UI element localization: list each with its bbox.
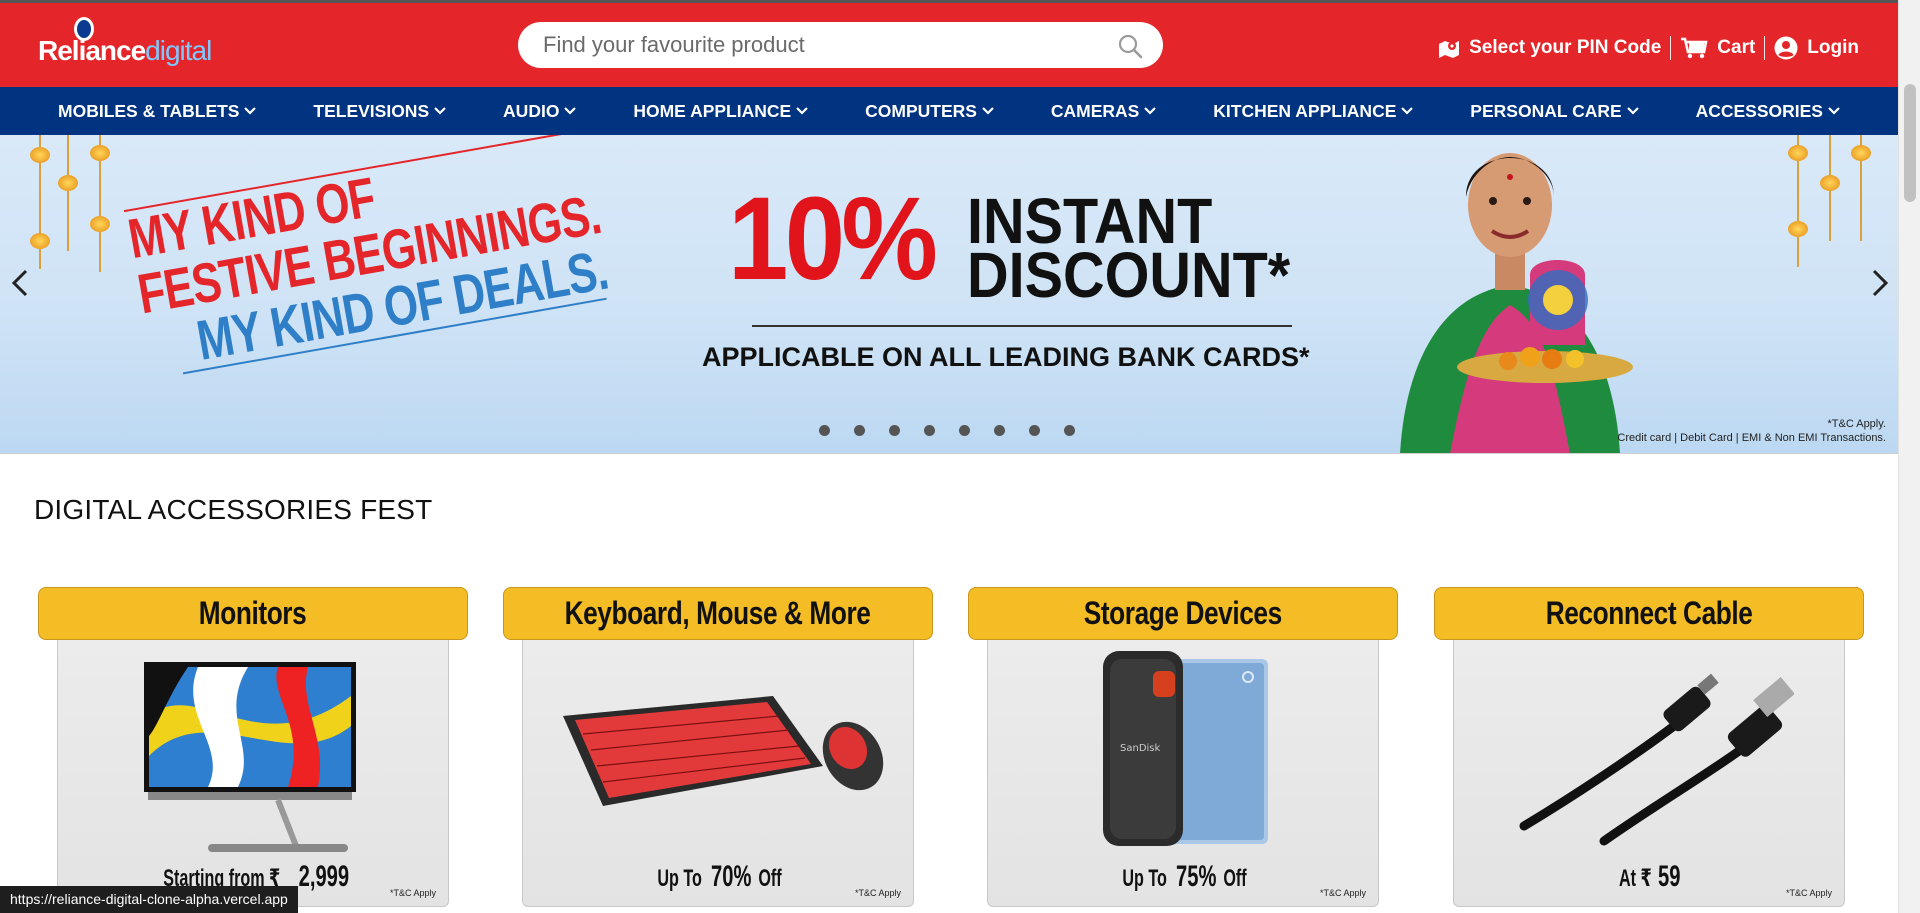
search-input[interactable] — [543, 32, 1103, 58]
card-image-box: Starting from ₹2,999 *T&C Apply — [57, 635, 449, 907]
user-icon — [1774, 36, 1798, 60]
keyboard-mouse-image — [563, 696, 884, 806]
nav-item-audio[interactable]: AUDIO — [503, 101, 577, 122]
monitor-image — [144, 662, 356, 853]
carousel-dot[interactable] — [819, 425, 830, 436]
pin-code-label: Select your PIN Code — [1469, 37, 1662, 58]
top-header: Reliancedigital Select your PIN Code Car… — [0, 0, 1898, 87]
search-bar — [518, 22, 1163, 68]
carousel-dot[interactable] — [959, 425, 970, 436]
carousel-dot[interactable] — [924, 425, 935, 436]
divider — [1764, 36, 1766, 60]
browser-status-url: https://reliance-digital-clone-alpha.ver… — [0, 886, 298, 913]
discount-line-2: DISCOUNT* — [967, 239, 1291, 311]
storage-devices-image: SanDisk — [1103, 651, 1268, 846]
lantern-decoration-icon — [1788, 135, 1808, 267]
svg-text:SanDisk: SanDisk — [1120, 743, 1161, 754]
divider — [1670, 36, 1672, 60]
card-title: Keyboard, Mouse & More — [503, 587, 933, 640]
card-terms: *T&C Apply — [854, 888, 901, 898]
promo-card-keyboard-mouse[interactable]: Keyboard, Mouse & More Up To 70% Off *T&… — [503, 587, 933, 913]
promo-card-reconnect-cable[interactable]: Reconnect Cable At ₹59 *T&C Apply — [1434, 587, 1864, 913]
cart-label: Cart — [1717, 37, 1756, 58]
category-nav: MOBILES & TABLETS TELEVISIONS AUDIO HOME… — [0, 87, 1898, 135]
banner-terms: *T&C Apply. Credit card | Debit Card | E… — [1617, 418, 1886, 444]
login-link[interactable]: Login — [1765, 36, 1868, 60]
chevron-down-icon — [244, 107, 257, 115]
nav-item-televisions[interactable]: TELEVISIONS — [313, 101, 446, 122]
card-terms: *T&C Apply — [1319, 888, 1366, 898]
carousel-dot[interactable] — [994, 425, 1005, 436]
lantern-decoration-icon — [1820, 135, 1840, 241]
lantern-decoration-icon — [1851, 135, 1871, 241]
logo-text: Reliancedigital — [38, 35, 212, 66]
select-pin-code-link[interactable]: Select your PIN Code — [1429, 37, 1670, 59]
carousel-dot[interactable] — [1029, 425, 1040, 436]
reliance-digital-logo[interactable]: Reliancedigital — [38, 17, 228, 73]
header-links: Select your PIN Code Cart Login — [1429, 33, 1868, 63]
nav-item-accessories[interactable]: ACCESSORIES — [1696, 101, 1840, 122]
lantern-decoration-icon — [58, 135, 78, 251]
card-title: Storage Devices — [968, 587, 1398, 640]
nav-item-kitchen-appliance[interactable]: KITCHEN APPLIANCE — [1213, 101, 1414, 122]
promo-card-monitors[interactable]: Monitors Starting from ₹2,999 *T&C Apply — [38, 587, 468, 913]
cart-icon — [1681, 37, 1708, 59]
festive-slogan: MY KIND OF FESTIVE BEGINNINGS. MY KIND O… — [123, 135, 656, 437]
chevron-down-icon — [1144, 107, 1157, 115]
carousel-dot[interactable] — [889, 425, 900, 436]
nav-item-computers[interactable]: COMPUTERS — [865, 101, 994, 122]
lantern-decoration-icon — [90, 135, 110, 272]
festive-woman-illustration — [1400, 153, 1633, 453]
discount-percent: 10% — [728, 173, 938, 305]
carousel-dot[interactable] — [854, 425, 865, 436]
card-terms: *T&C Apply — [389, 888, 436, 898]
card-terms: *T&C Apply — [1785, 888, 1832, 898]
chevron-down-icon — [1626, 107, 1639, 115]
carousel-dot[interactable] — [1064, 425, 1075, 436]
divider — [752, 325, 1292, 327]
nav-item-home-appliance[interactable]: HOME APPLIANCE — [633, 101, 808, 122]
card-image-box: SanDisk Up To 75% Off *T&C Apply — [987, 635, 1379, 907]
chevron-left-icon[interactable] — [4, 263, 34, 303]
discount-subtitle: APPLICABLE ON ALL LEADING BANK CARDS* — [702, 342, 1310, 372]
chevron-down-icon — [982, 107, 994, 115]
chevron-down-icon — [1401, 107, 1414, 115]
chevron-down-icon — [796, 107, 808, 115]
card-title: Reconnect Cable — [1434, 587, 1864, 640]
chevron-down-icon — [1828, 107, 1840, 115]
chevron-down-icon — [564, 107, 577, 115]
nav-item-personal-care[interactable]: PERSONAL CARE — [1470, 101, 1639, 122]
scrollbar-thumb[interactable] — [1904, 84, 1916, 202]
page-scrollbar[interactable] — [1898, 0, 1920, 913]
section-title: DIGITAL ACCESSORIES FEST — [34, 494, 433, 525]
carousel-dots — [819, 425, 1099, 436]
search-icon[interactable] — [1117, 33, 1143, 59]
usb-cable-image — [1519, 673, 1794, 846]
card-image-box: At ₹59 *T&C Apply — [1453, 635, 1845, 907]
nav-item-mobiles-tablets[interactable]: MOBILES & TABLETS — [58, 101, 257, 122]
nav-item-cameras[interactable]: CAMERAS — [1051, 101, 1157, 122]
lantern-decoration-icon — [30, 135, 50, 269]
card-title: Monitors — [38, 587, 468, 640]
hero-banner-carousel[interactable]: MY KIND OF FESTIVE BEGINNINGS. MY KIND O… — [0, 135, 1898, 454]
login-label: Login — [1807, 37, 1859, 58]
card-image-box: Up To 70% Off *T&C Apply — [522, 635, 914, 907]
promo-card-storage-devices[interactable]: Storage Devices SanDisk Up To 75% Off *T… — [968, 587, 1398, 913]
chevron-down-icon — [434, 107, 446, 115]
chevron-right-icon[interactable] — [1866, 263, 1896, 303]
cart-link[interactable]: Cart — [1671, 37, 1764, 59]
map-pin-icon — [1439, 41, 1460, 58]
